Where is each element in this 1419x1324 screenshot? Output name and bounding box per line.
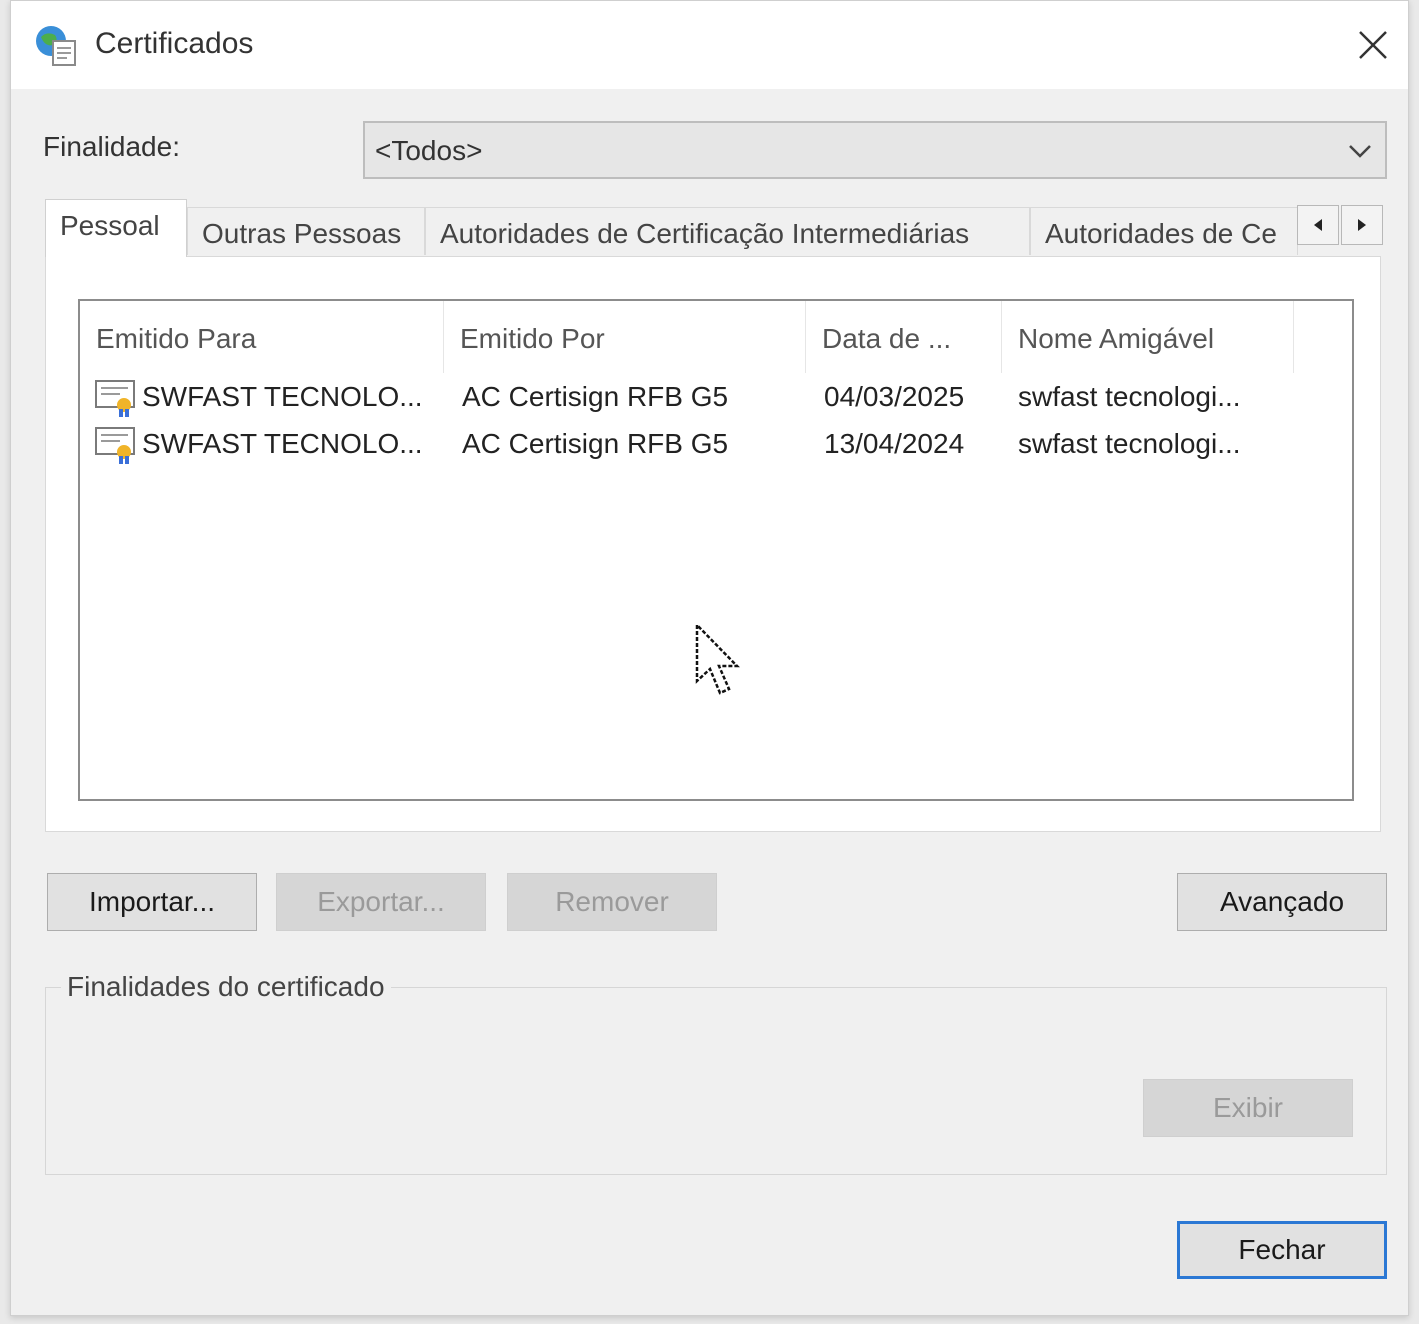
purpose-dropdown[interactable]: <Todos>	[363, 121, 1387, 179]
column-header-friendly-name[interactable]: Nome Amigável	[1002, 301, 1294, 373]
window-title: Certificados	[95, 27, 254, 60]
arrow-left-icon	[1314, 219, 1322, 231]
certificate-list[interactable]: Emitido Para Emitido Por Data de ... Nom…	[78, 299, 1354, 801]
mouse-pointer-icon	[695, 623, 740, 695]
tab-autoridades-intermediarias[interactable]: Autoridades de Certificação Intermediári…	[425, 207, 1030, 255]
remove-button[interactable]: Remover	[507, 873, 717, 931]
tab-scroll-right-button[interactable]	[1341, 205, 1383, 245]
tab-pessoal[interactable]: Pessoal	[45, 199, 187, 257]
certificate-purposes-label: Finalidades do certificado	[61, 971, 391, 1003]
close-window-button[interactable]	[1338, 1, 1408, 89]
export-button[interactable]: Exportar...	[276, 873, 486, 931]
cell-expiration: 04/03/2025	[824, 381, 965, 412]
cell-issued-by: AC Certisign RFB G5	[462, 381, 729, 412]
store-tabs: Pessoal Outras Pessoas Autoridades de Ce…	[45, 199, 1385, 257]
chevron-down-icon	[1349, 145, 1371, 158]
close-button[interactable]: Fechar	[1177, 1221, 1387, 1279]
tab-label: Autoridades de Ce	[1045, 218, 1277, 249]
close-icon	[1359, 31, 1387, 59]
arrow-right-icon	[1358, 219, 1366, 231]
certificate-icon	[95, 427, 135, 464]
cell-issued-to: SWFAST TECNOLO...	[142, 381, 423, 412]
tab-scroll-left-button[interactable]	[1297, 205, 1339, 245]
column-header-issued-by[interactable]: Emitido Por	[444, 301, 806, 373]
column-header-issued-to[interactable]: Emitido Para	[80, 301, 444, 373]
tab-label: Autoridades de Certificação Intermediári…	[440, 218, 970, 249]
certificate-globe-icon	[36, 26, 76, 66]
tab-panel: Emitido Para Emitido Por Data de ... Nom…	[45, 256, 1381, 832]
purpose-label: Finalidade:	[43, 131, 180, 162]
table-row[interactable]: SWFAST TECNOLO... AC Certisign RFB G5 13…	[80, 420, 1280, 466]
table-row[interactable]: SWFAST TECNOLO... AC Certisign RFB G5 04…	[80, 373, 1280, 419]
cell-friendly-name: swfast tecnologi...	[1018, 428, 1241, 459]
advanced-button[interactable]: Avançado	[1177, 873, 1387, 931]
cell-issued-by: AC Certisign RFB G5	[462, 428, 729, 459]
tab-autoridades-raiz[interactable]: Autoridades de Ce	[1030, 207, 1298, 255]
title-bar: Certificados	[11, 1, 1408, 89]
certificate-icon	[95, 380, 135, 417]
view-button[interactable]: Exibir	[1143, 1079, 1353, 1137]
cell-expiration: 13/04/2024	[824, 428, 965, 459]
certificates-dialog: Certificados Finalidade: <Todos> Pessoal…	[10, 0, 1409, 1316]
import-button[interactable]: Importar...	[47, 873, 257, 931]
tab-label: Pessoal	[60, 210, 160, 241]
cell-friendly-name: swfast tecnologi...	[1018, 381, 1241, 412]
purpose-selected-value: <Todos>	[375, 135, 483, 166]
column-header-expiration[interactable]: Data de ...	[806, 301, 1002, 373]
tab-outras-pessoas[interactable]: Outras Pessoas	[187, 207, 425, 255]
tab-label: Outras Pessoas	[202, 218, 402, 249]
cell-issued-to: SWFAST TECNOLO...	[142, 428, 423, 459]
